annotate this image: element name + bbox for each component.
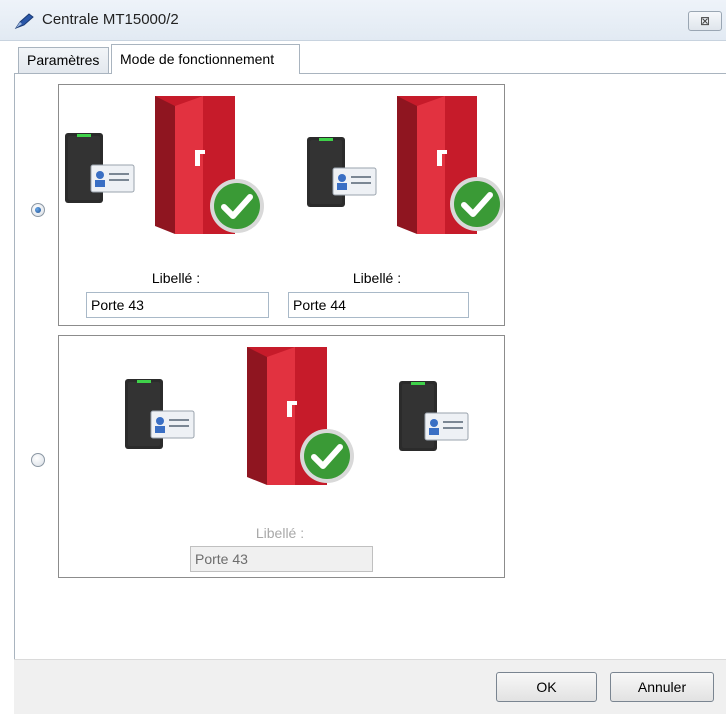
window-title: Centrale MT15000/2	[42, 11, 179, 28]
mode-1-radio[interactable]	[31, 203, 45, 217]
door-single-label: Libellé :	[255, 525, 305, 541]
ok-button[interactable]: OK	[496, 672, 597, 702]
check-icon	[210, 179, 264, 233]
door-2-label: Libellé :	[352, 270, 402, 286]
door-single-name-input	[190, 546, 373, 572]
pen-icon	[14, 13, 34, 30]
title-bar: Centrale MT15000/2 ⊠	[0, 0, 726, 41]
badge-icon	[90, 164, 135, 193]
close-icon: ⊠	[699, 14, 711, 28]
door-2-name-input[interactable]	[288, 292, 469, 318]
dialog-window: Centrale MT15000/2 ⊠ Paramètres Mode de …	[0, 0, 726, 714]
badge-icon	[424, 412, 469, 441]
door-1-label: Libellé :	[151, 270, 201, 286]
badge-icon	[150, 410, 195, 439]
badge-icon	[332, 167, 377, 196]
mode-2-radio[interactable]	[31, 453, 45, 467]
door-1-name-input[interactable]	[86, 292, 269, 318]
cancel-button[interactable]: Annuler	[610, 672, 714, 702]
check-icon	[300, 429, 354, 483]
tab-mode-de-fonctionnement[interactable]: Mode de fonctionnement	[111, 44, 300, 74]
tab-parametres[interactable]: Paramètres	[18, 47, 109, 73]
check-icon	[450, 177, 504, 231]
close-button[interactable]: ⊠	[688, 11, 722, 31]
